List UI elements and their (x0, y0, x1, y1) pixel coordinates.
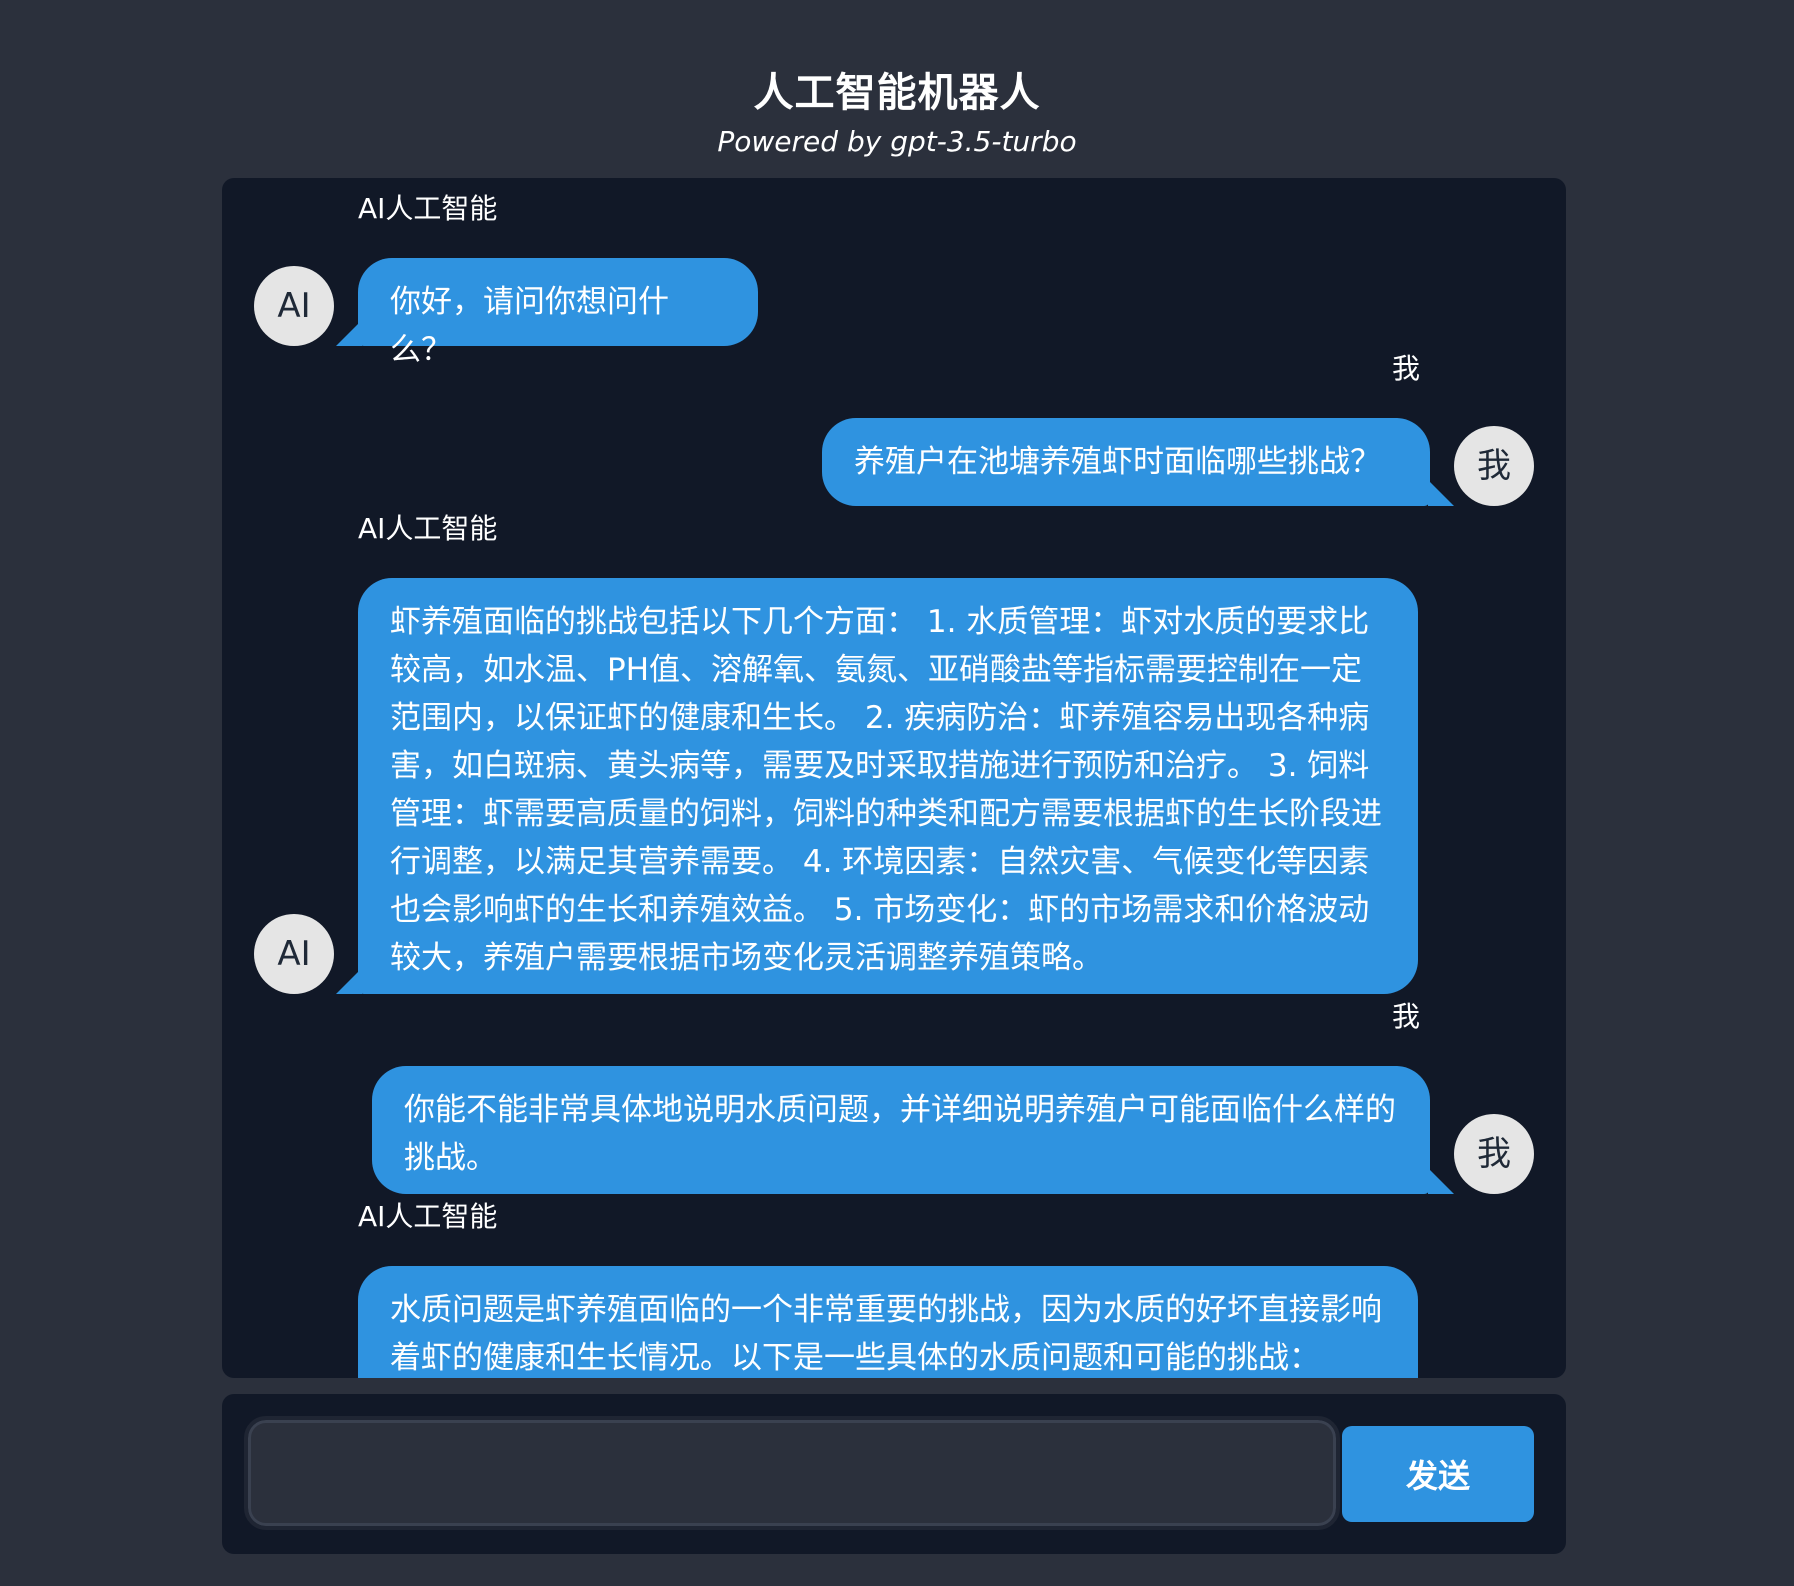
message-input[interactable] (244, 1416, 1340, 1530)
sender-name-ai: AI人工智能 (358, 1200, 498, 1233)
page-subtitle: Powered by gpt-3.5-turbo (717, 125, 1077, 158)
chat-history[interactable]: AI人工智能 AI 你好，请问你想问什么？ 我 我 养殖户在池塘养殖虾时面临哪些… (222, 178, 1566, 1378)
sender-name-ai: AI人工智能 (358, 192, 498, 225)
bubble-tail (1428, 1168, 1454, 1194)
user-avatar: 我 (1454, 1114, 1534, 1194)
ai-message-bubble: 虾养殖面临的挑战包括以下几个方面： 1. 水质管理：虾对水质的要求比较高，如水温… (358, 578, 1418, 994)
sender-name-ai: AI人工智能 (358, 512, 498, 545)
user-avatar: 我 (1454, 426, 1534, 506)
sender-name-me: 我 (1391, 1000, 1420, 1033)
ai-message-bubble: 水质问题是虾养殖面临的一个非常重要的挑战，因为水质的好坏直接影响着虾的健康和生长… (358, 1266, 1418, 1378)
sender-name-me: 我 (1391, 352, 1420, 385)
bubble-tail (1428, 480, 1454, 506)
user-message-bubble: 养殖户在池塘养殖虾时面临哪些挑战？ (822, 418, 1430, 506)
user-message-bubble: 你能不能非常具体地说明水质问题，并详细说明养殖户可能面临什么样的挑战。 (372, 1066, 1430, 1194)
page-title: 人工智能机器人 (753, 70, 1041, 116)
input-bar: 发送 (222, 1394, 1566, 1554)
ai-message-bubble: 你好，请问你想问什么？ (358, 258, 758, 368)
ai-avatar: AI (254, 266, 334, 346)
send-button[interactable]: 发送 (1342, 1426, 1534, 1522)
ai-avatar: AI (254, 914, 334, 994)
